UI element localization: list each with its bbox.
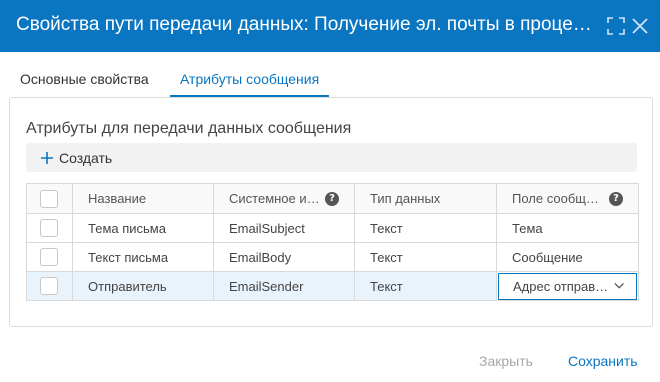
message-field-dropdown-value: Адрес отправителя xyxy=(513,278,614,294)
table-row[interactable]: Тема письма EmailSubject Текст Тема xyxy=(26,213,639,243)
close-icon[interactable] xyxy=(630,16,650,36)
expand-icon[interactable] xyxy=(606,16,626,36)
cell-system-name[interactable]: EmailBody xyxy=(213,242,355,272)
select-all-checkbox[interactable] xyxy=(40,189,58,208)
tab-main-properties[interactable]: Основные свойства xyxy=(10,66,159,97)
row-checkbox[interactable] xyxy=(40,219,58,237)
table-row-selected[interactable]: Отправитель EmailSender Текст Адрес отпр… xyxy=(26,271,639,301)
column-header-data-type[interactable]: Тип данных xyxy=(354,183,497,214)
cell-data-type[interactable]: Текст xyxy=(354,271,497,301)
column-header-message-field[interactable]: Поле сообщения? xyxy=(496,183,639,214)
row-select-cell xyxy=(26,271,73,301)
create-button-label: Создать xyxy=(59,150,113,166)
cell-name[interactable]: Тема письма xyxy=(72,213,214,243)
help-icon[interactable]: ? xyxy=(609,191,623,206)
cell-system-name[interactable]: EmailSender xyxy=(213,271,355,301)
column-header-name[interactable]: Название xyxy=(72,183,214,214)
cell-message-field-editor: Адрес отправителя xyxy=(496,271,639,301)
tab-message-attributes[interactable]: Атрибуты сообщения xyxy=(170,66,330,97)
select-all-cell xyxy=(26,183,73,214)
close-button[interactable]: Закрыть xyxy=(479,353,533,369)
row-select-cell xyxy=(26,242,73,272)
message-field-dropdown[interactable]: Адрес отправителя xyxy=(498,272,637,300)
row-checkbox[interactable] xyxy=(40,248,58,266)
grid-toolbar: Создать xyxy=(26,143,637,172)
cell-data-type[interactable]: Текст xyxy=(354,242,497,272)
cell-message-field[interactable]: Сообщение xyxy=(496,242,639,272)
cell-data-type[interactable]: Текст xyxy=(354,213,497,243)
attributes-table: Название Системное имя? Тип данных Поле … xyxy=(26,183,639,301)
dialog-header: Свойства пути передачи данных: Получение… xyxy=(0,0,660,52)
cell-system-name[interactable]: EmailSubject xyxy=(213,213,355,243)
row-checkbox[interactable] xyxy=(40,277,58,295)
dialog-title: Свойства пути передачи данных: Получение… xyxy=(16,14,596,35)
column-header-system-name[interactable]: Системное имя? xyxy=(213,183,355,214)
column-header-name-label: Название xyxy=(88,191,147,206)
section-title: Атрибуты для передачи данных сообщения xyxy=(26,120,352,137)
cell-name[interactable]: Отправитель xyxy=(72,271,214,301)
cell-message-field[interactable]: Тема xyxy=(496,213,639,243)
row-select-cell xyxy=(26,213,73,243)
chevron-down-icon xyxy=(614,282,624,289)
save-button[interactable]: Сохранить xyxy=(568,353,638,369)
help-icon[interactable]: ? xyxy=(325,191,339,206)
column-header-message-field-label: Поле сообщения xyxy=(512,191,605,206)
table-header-row: Название Системное имя? Тип данных Поле … xyxy=(26,183,639,214)
column-header-data-type-label: Тип данных xyxy=(370,191,441,206)
table-row[interactable]: Текст письма EmailBody Текст Сообщение xyxy=(26,242,639,272)
column-header-system-name-label: Системное имя xyxy=(229,191,321,206)
attributes-panel: Атрибуты для передачи данных сообщения С… xyxy=(9,97,653,327)
plus-icon xyxy=(41,152,53,164)
create-button[interactable]: Создать xyxy=(40,149,112,167)
cell-name[interactable]: Текст письма xyxy=(72,242,214,272)
